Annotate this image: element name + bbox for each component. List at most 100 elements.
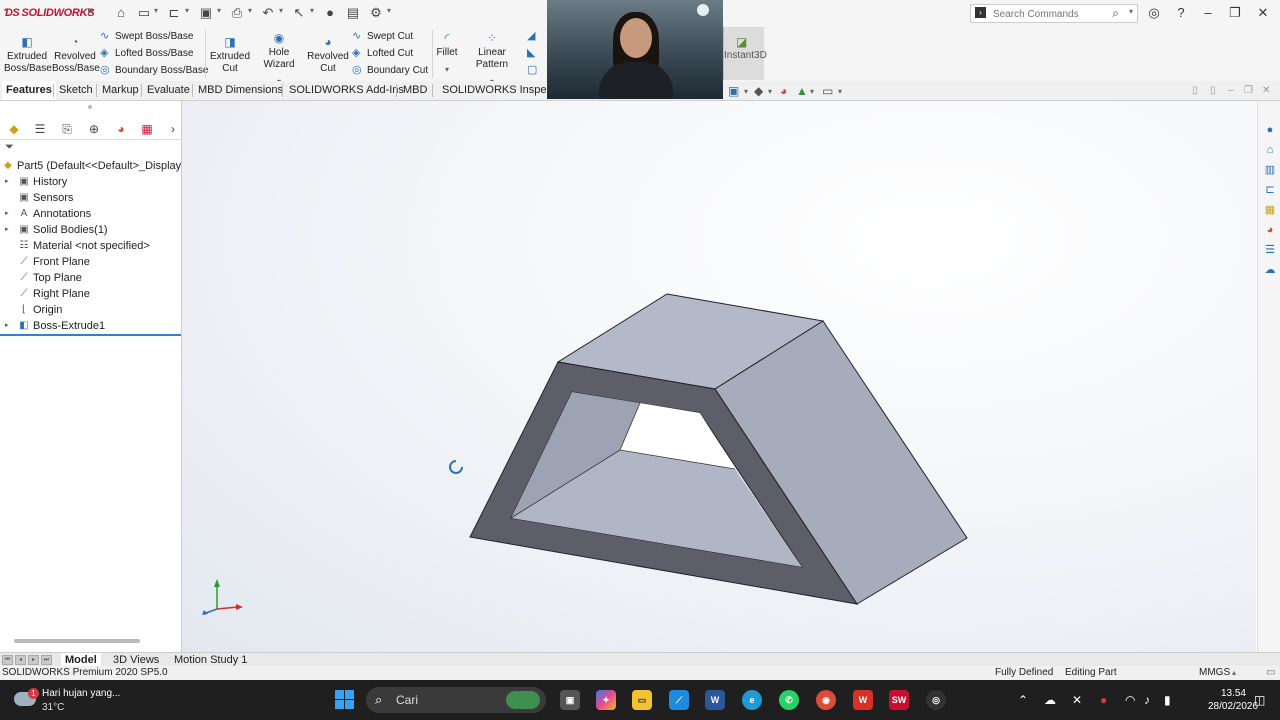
scene-dropdown-icon[interactable]: ▾: [810, 87, 814, 96]
edge-icon[interactable]: e: [742, 690, 762, 710]
tab-solidworks-add-ins[interactable]: SOLIDWORKS Add-Ins: [285, 81, 408, 100]
configuration-manager-icon[interactable]: ⎘: [59, 121, 75, 137]
tray-app-icon[interactable]: ✕: [1072, 693, 1082, 707]
dimxpert-manager-icon[interactable]: ⊕: [86, 121, 102, 137]
word-icon[interactable]: W: [705, 690, 725, 710]
status-message-icon[interactable]: ▭: [1266, 666, 1275, 680]
revolved-cut-button[interactable]: ◕ Revolved Cut: [306, 35, 350, 75]
file-explorer-taskbar-icon[interactable]: ▭: [632, 690, 652, 710]
onedrive-icon[interactable]: ☁: [1044, 693, 1056, 707]
view-orientation-icon[interactable]: ▣: [728, 84, 739, 98]
swept-boss-button[interactable]: ∿ Swept Boss/Base: [100, 29, 193, 44]
solidworks-forum-icon[interactable]: ☁: [1263, 263, 1277, 277]
tab-markup[interactable]: Markup: [98, 81, 143, 100]
open-folder-icon[interactable]: ⊏: [166, 5, 182, 21]
tab-mbd[interactable]: MBD: [399, 81, 431, 100]
graphics-viewport[interactable]: [182, 101, 1256, 652]
doc-minimize-icon[interactable]: –: [1228, 85, 1234, 96]
solidworks-logo[interactable]: ƊS SOLIDWORKS: [4, 7, 95, 19]
more-tabs-chevron-icon[interactable]: ›: [165, 121, 181, 137]
doc-close-icon[interactable]: ✕: [1262, 85, 1270, 96]
tab-evaluate[interactable]: Evaluate: [143, 81, 194, 100]
save-dropdown-icon[interactable]: ▾: [217, 6, 221, 15]
feature-manager-tree-icon[interactable]: ◆: [6, 121, 22, 137]
minimize-icon[interactable]: –: [1197, 4, 1219, 22]
undo-icon[interactable]: ↶: [260, 5, 276, 21]
solidworks-resources-icon[interactable]: ●: [1263, 123, 1277, 137]
display-manager-icon[interactable]: ◕: [113, 121, 129, 137]
tab-motion-study-1[interactable]: Motion Study 1: [174, 653, 247, 667]
file-explorer-icon[interactable]: ▥: [1263, 163, 1277, 177]
fillet-button[interactable]: ◜ Fillet ▾: [434, 31, 460, 76]
notification-center-icon[interactable]: ◫: [1254, 693, 1265, 707]
user-account-icon[interactable]: ◎: [1143, 4, 1165, 22]
wifi-icon[interactable]: ◠: [1125, 693, 1135, 707]
edit-appearance-icon[interactable]: ◕: [780, 84, 787, 98]
next-tab-icon[interactable]: ▸: [28, 655, 39, 665]
cam-manager-icon[interactable]: ▦: [139, 121, 155, 137]
new-dropdown-icon[interactable]: ▾: [154, 6, 158, 15]
tile-icon[interactable]: ▯: [1192, 85, 1198, 96]
search-dropdown-icon[interactable]: ▾: [1129, 7, 1133, 16]
options-gear-icon[interactable]: ⚙: [368, 5, 384, 21]
copilot-icon[interactable]: ✦: [596, 690, 616, 710]
tab-sketch[interactable]: Sketch: [55, 81, 97, 100]
rib-icon[interactable]: ◢: [527, 29, 542, 44]
volume-icon[interactable]: ♪: [1144, 693, 1150, 707]
fillet-dropdown-icon[interactable]: ▾: [434, 64, 460, 76]
hide-show-items-icon[interactable]: ◆: [754, 84, 763, 98]
extruded-cut-button[interactable]: ◨ Extruded Cut: [208, 35, 252, 75]
search-commands-input[interactable]: [991, 6, 1115, 23]
tab-3d-views[interactable]: 3D Views: [113, 653, 159, 667]
design-library-icon[interactable]: ⌂: [1263, 143, 1277, 157]
units-selector[interactable]: MMGS: [1199, 666, 1230, 680]
lofted-cut-button[interactable]: ◈ Lofted Cut: [352, 46, 413, 61]
search-commands-box[interactable]: › ⌕ ▾: [970, 4, 1138, 23]
options-dropdown-icon[interactable]: ▾: [387, 6, 391, 15]
filter-icon[interactable]: ⏷: [5, 141, 14, 154]
panel-grip[interactable]: [88, 105, 92, 109]
view-orientation-dropdown-icon[interactable]: ▾: [744, 87, 748, 96]
draft-icon[interactable]: ◣: [527, 46, 542, 61]
expand-icon[interactable]: ▸: [5, 222, 9, 238]
battery-icon[interactable]: ▮: [1164, 693, 1171, 707]
solidworks-taskbar-icon[interactable]: SW: [889, 690, 909, 710]
view-settings-icon[interactable]: ▭: [822, 84, 833, 98]
swept-cut-button[interactable]: ∿ Swept Cut: [352, 29, 413, 44]
file-properties-icon[interactable]: ▤: [345, 5, 361, 21]
obs-record-icon[interactable]: ◎: [926, 690, 946, 710]
instant3d-button[interactable]: ◪ Instant3D: [723, 27, 767, 80]
expand-icon[interactable]: ▸: [5, 206, 9, 222]
system-clock[interactable]: 13.54 28/02/2026: [1208, 687, 1258, 713]
expand-icon[interactable]: ▸: [5, 318, 9, 334]
tray-expand-icon[interactable]: ⌃: [1018, 693, 1028, 707]
appearances-icon[interactable]: ▦: [1263, 203, 1277, 217]
app-blue-icon[interactable]: ⟋: [669, 690, 689, 710]
last-tab-icon[interactable]: ⏭: [41, 655, 52, 665]
search-icon[interactable]: ⌕: [1112, 6, 1119, 21]
boundary-cut-button[interactable]: ◎ Boundary Cut: [352, 63, 428, 78]
lofted-boss-button[interactable]: ◈ Lofted Boss/Base: [100, 46, 193, 61]
home-icon[interactable]: ⌂: [113, 5, 129, 21]
tab-features[interactable]: Features: [2, 81, 56, 100]
tab-model[interactable]: Model: [61, 653, 101, 667]
doc-split-icon[interactable]: ▯: [1210, 85, 1216, 96]
wps-office-icon[interactable]: W: [853, 690, 873, 710]
shell-icon[interactable]: ▢: [527, 63, 542, 78]
print-dropdown-icon[interactable]: ▾: [248, 6, 252, 15]
view-palette-icon[interactable]: ⊏: [1263, 183, 1277, 197]
rollback-bar[interactable]: [0, 334, 181, 336]
weather-widget[interactable]: 1 Hari hujan yang... 31°C: [14, 688, 134, 714]
microphone-icon[interactable]: ●: [1100, 693, 1107, 707]
select-arrow-icon[interactable]: ↖: [291, 5, 307, 21]
custom-properties-icon[interactable]: ☰: [1263, 243, 1277, 257]
hide-show-dropdown-icon[interactable]: ▾: [768, 87, 772, 96]
select-dropdown-icon[interactable]: ▾: [310, 6, 314, 15]
expand-icon[interactable]: ▸: [5, 174, 9, 190]
revolved-boss-button[interactable]: ◔ Revolved Boss/Base: [52, 35, 100, 75]
tab-mbd-dimensions[interactable]: MBD Dimensions: [194, 81, 287, 100]
apply-scene-icon[interactable]: ▲: [796, 84, 808, 98]
feature-tree-scrollbar[interactable]: [14, 639, 140, 643]
help-icon[interactable]: ?: [1170, 4, 1192, 22]
hole-wizard-button[interactable]: ◉ Hole Wizard ▾: [252, 31, 306, 88]
